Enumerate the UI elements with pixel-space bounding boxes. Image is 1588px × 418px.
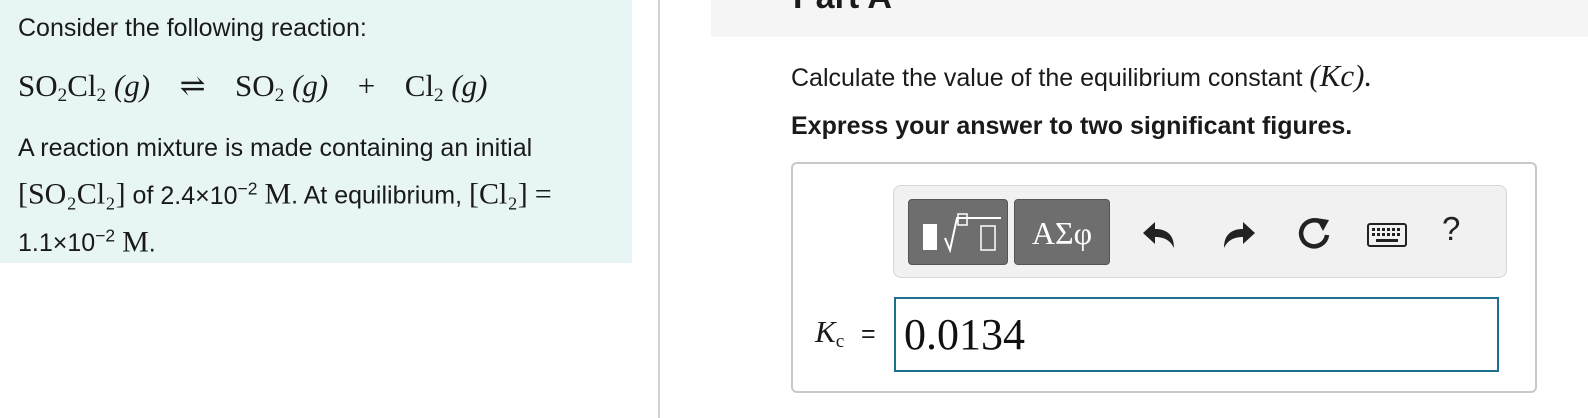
templates-button[interactable]	[908, 199, 1008, 265]
kc-symbol: (Kc).	[1309, 58, 1373, 93]
product-1-formula: SO2	[235, 68, 285, 106]
answer-box: ΑΣφ ? Kc =	[791, 162, 1537, 393]
plus-sign: +	[357, 68, 376, 103]
reactant-phase: (g)	[113, 68, 151, 103]
unit-molar: M	[264, 177, 292, 211]
symbols-button[interactable]: ΑΣφ	[1014, 199, 1110, 265]
mixture-description: A reaction mixture is made containing an…	[18, 128, 618, 263]
part-header[interactable]: Part A	[711, 0, 1588, 37]
initial-concentration: 2.4×10−2	[160, 178, 258, 210]
panel-divider	[658, 0, 660, 418]
kc-answer-label: Kc	[815, 314, 845, 352]
question-text: Calculate the value of the equilibrium c…	[791, 58, 1372, 94]
equals-sign-text: =	[534, 177, 552, 211]
unit-molar-2: M	[122, 225, 149, 259]
instruction-text: Express your answer to two significant f…	[791, 112, 1353, 140]
mixture-period: .	[148, 229, 156, 258]
reset-icon[interactable]	[1294, 214, 1334, 254]
redo-icon[interactable]	[1218, 214, 1258, 254]
equilibrium-concentration: 1.1×10−2	[18, 225, 116, 258]
undo-icon[interactable]	[1140, 214, 1180, 254]
help-button[interactable]: ?	[1442, 210, 1460, 248]
product-2-phase: (g)	[451, 68, 488, 103]
mixture-text-b: of	[132, 181, 154, 210]
reactant-formula: SO2Cl2	[18, 68, 107, 106]
templates-icon	[923, 213, 1001, 254]
problem-intro: Consider the following reaction:	[18, 14, 367, 42]
part-title: Part A	[793, 0, 892, 17]
problem-panel: Consider the following reaction: SO2Cl2 …	[0, 0, 632, 263]
product-1-phase: (g)	[292, 68, 329, 103]
answer-equals-sign: =	[861, 320, 876, 348]
math-toolbar: ΑΣφ ?	[893, 185, 1507, 278]
mixture-text-a: A reaction mixture is made containing an…	[18, 134, 533, 162]
cl2-concentration-label: [Cl₂]	[469, 177, 528, 211]
symbols-label: ΑΣφ	[1031, 215, 1093, 251]
so2cl2-concentration-label: [SO₂Cl₂]	[18, 177, 126, 211]
answer-input[interactable]	[894, 297, 1499, 372]
question-prompt: Calculate the value of the equilibrium c…	[791, 64, 1303, 92]
mixture-text-c: . At equilibrium,	[291, 181, 463, 210]
equilibrium-arrow: ⇌	[179, 68, 206, 103]
product-2-formula: Cl2	[404, 68, 444, 106]
reaction-equation: SO2Cl2 (g) ⇌ SO2 (g) + Cl2 (g)	[18, 68, 488, 107]
keyboard-icon[interactable]	[1366, 214, 1408, 254]
